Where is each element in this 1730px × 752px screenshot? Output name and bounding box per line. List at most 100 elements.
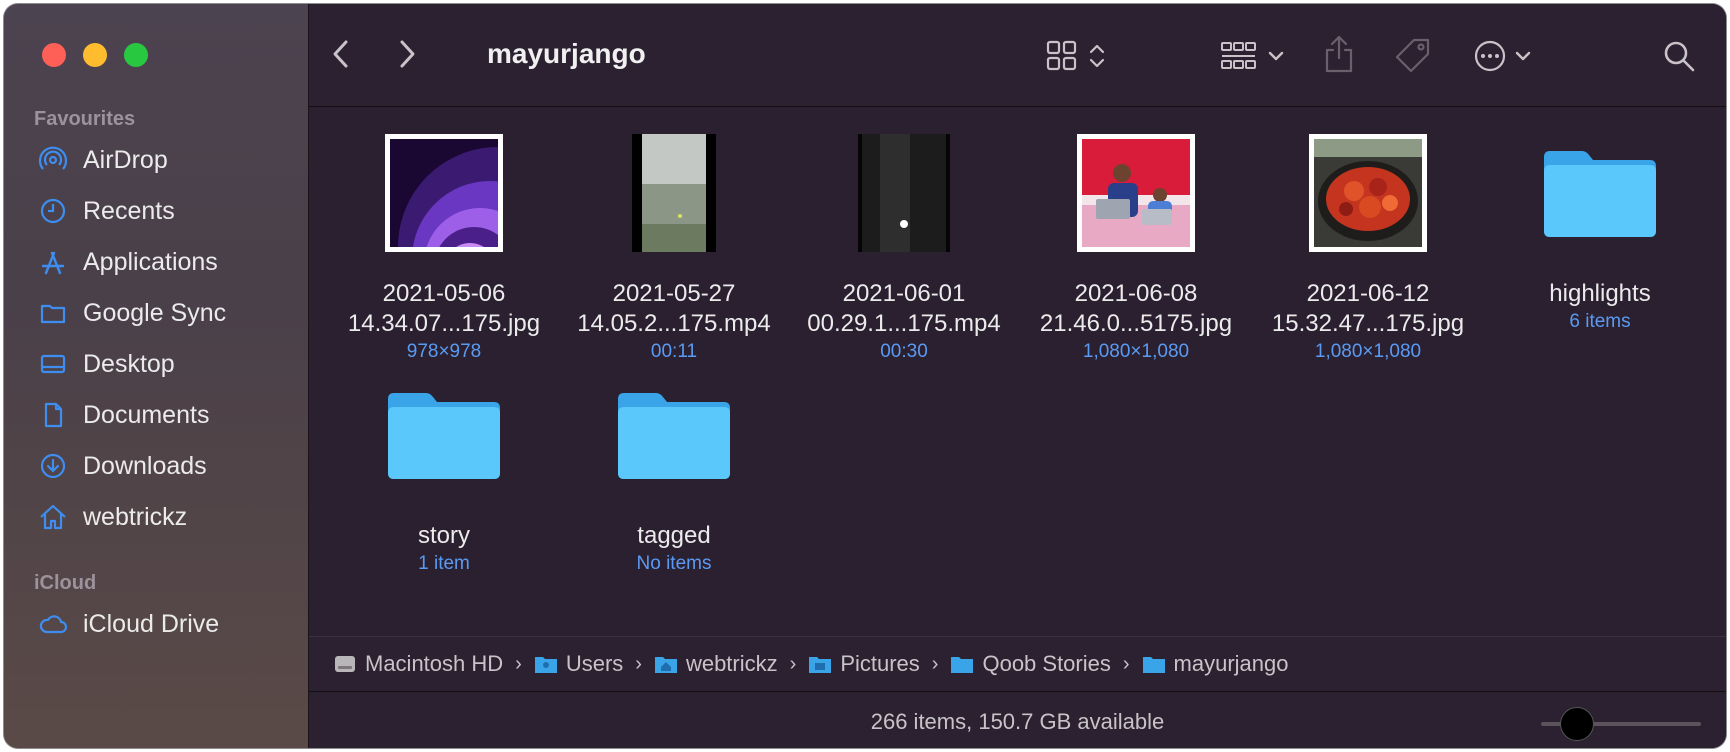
sidebar-item-google-sync[interactable]: Google Sync [38, 293, 298, 333]
status-text: 266 items, 150.7 GB available [870, 709, 1165, 734]
airdrop-icon [38, 145, 68, 175]
sidebar-item-label: Documents [83, 400, 210, 429]
main-area: mayurjango 2021-05-06 14.34.07...175.jpg… [309, 4, 1726, 748]
file-item[interactable]: 2021-06-01 00.29.1...175.mp4 00:30 [789, 131, 1019, 365]
thumbnail [1309, 134, 1427, 252]
folder-name: story [417, 522, 470, 549]
path-item-label: webtrickz [685, 651, 778, 676]
sidebar-item-label: webtrickz [83, 502, 188, 531]
finder-window: Favourites AirDrop Recents Applications … [4, 4, 1726, 748]
path-item-pictures[interactable]: Pictures [808, 651, 920, 677]
file-name: 2021-06-12 15.32.47...175.jpg [1271, 280, 1465, 337]
video-thumbnail [632, 134, 716, 252]
sidebar-item-webtrickz[interactable]: webtrickz [38, 497, 298, 537]
sidebar-item-label: Recents [83, 196, 175, 225]
chevron-right-icon [400, 40, 415, 68]
group-button[interactable] [1219, 38, 1295, 74]
status-bar: 266 items, 150.7 GB available [309, 693, 1726, 748]
folder-icon [618, 393, 730, 479]
file-name: 2021-05-06 14.34.07...175.jpg [347, 280, 541, 337]
more-actions-button[interactable] [1472, 36, 1540, 76]
window-controls [42, 43, 148, 67]
sidebar-section-favourites: Favourites [34, 108, 136, 130]
path-item-users[interactable]: Users [534, 651, 623, 677]
search-icon [1664, 41, 1695, 72]
sidebar-item-label: Google Sync [83, 298, 227, 327]
sidebar-section-icloud: iCloud [34, 572, 97, 594]
path-item-macintosh-hd[interactable]: Macintosh HD [333, 651, 503, 677]
forward-button[interactable] [389, 36, 425, 72]
sidebar-item-label: Desktop [83, 349, 175, 378]
image-thumbnail [390, 139, 598, 347]
path-item-label: Qoob Stories [982, 651, 1111, 676]
folder-icon [1142, 657, 1165, 673]
file-name: 2021-05-27 14.05.2...175.mp4 [577, 280, 771, 337]
folder-meta: No items [636, 553, 712, 574]
file-item[interactable]: 2021-06-08 21.46.0...5175.jpg 1,080×1,08… [1021, 131, 1251, 365]
view-mode-button[interactable] [1044, 38, 1116, 74]
sidebar: Favourites AirDrop Recents Applications … [4, 4, 309, 748]
folder-pictures-icon [809, 657, 832, 673]
path-item-label: Macintosh HD [365, 651, 504, 676]
share-icon [1325, 35, 1353, 73]
chevron-right-icon: › [635, 652, 642, 675]
folder-icon [951, 657, 974, 673]
file-name: 2021-06-01 00.29.1...175.mp4 [807, 280, 1001, 337]
folder-icon [388, 393, 500, 479]
folder-name: highlights [1549, 280, 1651, 307]
home-icon [38, 502, 68, 532]
folder-name: tagged [637, 522, 711, 549]
sidebar-item-desktop[interactable]: Desktop [38, 344, 298, 384]
back-button[interactable] [323, 36, 359, 72]
folder-icon [1544, 151, 1656, 237]
sidebar-item-label: Applications [83, 247, 218, 276]
folder-item[interactable]: tagged No items [559, 373, 789, 577]
close-button[interactable] [42, 43, 66, 67]
search-button[interactable] [1661, 38, 1697, 74]
share-button[interactable] [1321, 34, 1357, 74]
minimize-button[interactable] [83, 43, 107, 67]
desktop-icon [38, 349, 68, 379]
sidebar-item-airdrop[interactable]: AirDrop [38, 140, 298, 180]
file-name: 2021-06-08 21.46.0...5175.jpg [1039, 280, 1233, 337]
folder-meta: 1 item [418, 553, 470, 574]
file-meta: 00:11 [650, 341, 698, 362]
sidebar-item-documents[interactable]: Documents [38, 395, 298, 435]
sidebar-item-recents[interactable]: Recents [38, 191, 298, 231]
sidebar-item-applications[interactable]: Applications [38, 242, 298, 282]
file-item[interactable]: 2021-05-06 14.34.07...175.jpg 978×978 [329, 131, 598, 365]
image-thumbnail [1082, 139, 1190, 247]
video-thumbnail [858, 134, 950, 252]
icon-size-slider-knob[interactable] [1560, 707, 1594, 741]
path-item-label: mayurjango [1173, 651, 1289, 676]
folder-icon [38, 298, 68, 328]
path-item-qoob-stories[interactable]: Qoob Stories [950, 651, 1111, 677]
chevron-right-icon: › [931, 652, 939, 675]
file-grid: 2021-05-06 14.34.07...175.jpg 978×978 20… [309, 107, 1726, 637]
clock-icon [38, 196, 68, 226]
folder-home-icon [654, 657, 677, 673]
file-item[interactable]: 2021-06-12 15.32.47...175.jpg 1,080×1,08… [1253, 131, 1483, 365]
sidebar-item-label: iCloud Drive [83, 609, 220, 638]
tags-button[interactable] [1393, 36, 1433, 76]
applications-icon [38, 247, 68, 277]
sidebar-item-label: AirDrop [83, 145, 168, 174]
chevron-right-icon: › [515, 652, 522, 675]
sidebar-item-downloads[interactable]: Downloads [38, 446, 298, 486]
zoom-button[interactable] [124, 43, 148, 67]
toolbar: mayurjango [309, 4, 1726, 107]
ellipsis-circle-icon [1474, 40, 1531, 72]
path-item-mayurjango[interactable]: mayurjango [1142, 651, 1289, 677]
thumbnail [1077, 134, 1195, 252]
folder-item[interactable]: story 1 item [329, 373, 559, 577]
sidebar-item-icloud-drive[interactable]: iCloud Drive [38, 604, 298, 644]
folder-users-icon [534, 657, 557, 673]
path-item-label: Pictures [840, 651, 920, 676]
file-item[interactable]: 2021-05-27 14.05.2...175.mp4 00:11 [559, 131, 789, 365]
image-thumbnail [1314, 139, 1422, 247]
group-icon [1221, 42, 1284, 69]
chevron-right-icon: › [1122, 652, 1130, 675]
folder-item[interactable]: highlights 6 items [1485, 131, 1715, 335]
path-item-webtrickz[interactable]: webtrickz [654, 651, 778, 677]
download-icon [38, 451, 68, 481]
